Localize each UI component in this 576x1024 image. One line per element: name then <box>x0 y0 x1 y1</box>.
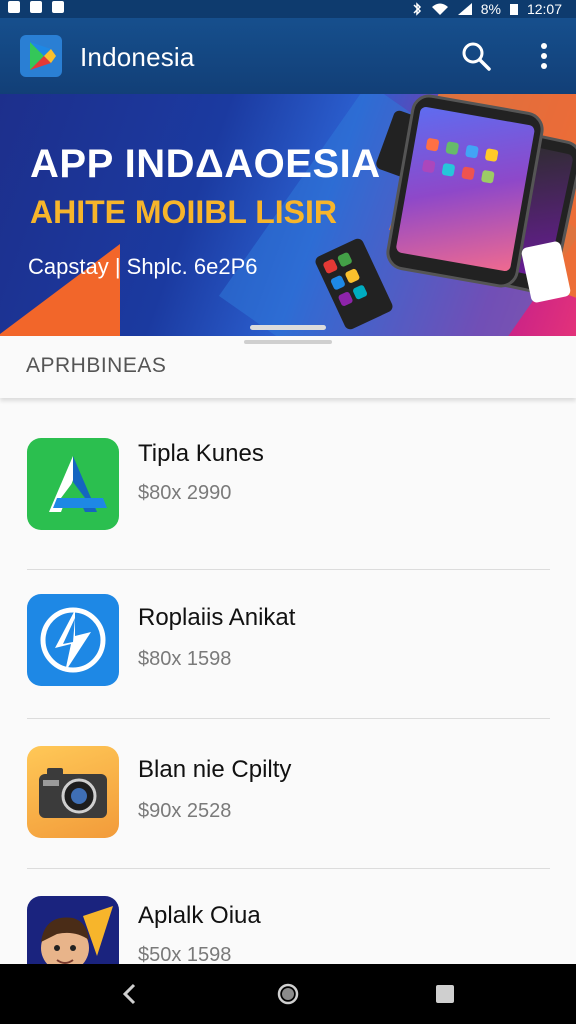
app-name: Aplalk Oiua <box>138 902 261 929</box>
battery-icon <box>509 4 518 15</box>
camera-icon <box>27 746 119 838</box>
navigation-bar <box>0 964 576 1024</box>
app-bar: Indonesia <box>0 18 576 94</box>
wifi-icon <box>431 3 448 15</box>
search-icon <box>462 42 491 71</box>
banner-headline: APP INDΔAOESIA <box>30 142 381 186</box>
app-name: Roplaiis Anikat <box>138 604 296 631</box>
notification-icons <box>8 1 64 13</box>
play-store-logo-icon[interactable] <box>20 35 62 77</box>
divider <box>27 868 550 869</box>
status-bar: 8% 12:07 <box>0 0 576 18</box>
promo-banner[interactable]: APP INDΔAOESIA AHITE MOIIBL LISIR Capsta… <box>0 94 576 336</box>
app-name: Blan nie Cpilty <box>138 756 292 783</box>
search-button[interactable] <box>458 38 494 74</box>
section-title: APRHBINEAS <box>26 354 167 377</box>
blue-lightning-icon <box>27 594 119 686</box>
banner-page-indicator <box>250 325 326 330</box>
home-icon <box>277 983 299 1005</box>
more-options-button[interactable] <box>532 40 556 72</box>
more-vert-icon <box>541 43 547 69</box>
drag-handle[interactable] <box>244 340 332 344</box>
notification-icon <box>30 1 42 13</box>
clock: 12:07 <box>526 1 562 17</box>
app-name: Tipla Kunes <box>138 440 264 467</box>
green-arrow-icon <box>27 438 119 530</box>
home-button[interactable] <box>276 982 300 1006</box>
signal-icon <box>457 3 472 15</box>
banner-tagline: Capstay | Shplc. 6e2P6 <box>28 254 258 279</box>
back-icon <box>122 983 136 1005</box>
notification-icon <box>52 1 64 13</box>
list-item[interactable]: Roplaiis Anikat $80x 1598 <box>0 570 576 720</box>
notification-icon <box>8 1 20 13</box>
app-meta: $80x 1598 <box>138 648 232 670</box>
banner-subheadline: AHITE MOIIBL LISIR <box>30 194 337 230</box>
section-header: APRHBINEAS <box>0 336 576 398</box>
divider <box>27 718 550 719</box>
app-meta: $90x 2528 <box>138 800 232 822</box>
list-item[interactable]: Blan nie Cpilty $90x 2528 <box>0 720 576 870</box>
recents-button[interactable] <box>435 984 455 1004</box>
app-title: Indonesia <box>80 42 195 72</box>
list-item[interactable]: Tipla Kunes $80x 2990 <box>0 400 576 550</box>
battery-percent: 8% <box>480 1 501 17</box>
bluetooth-icon <box>413 2 421 16</box>
app-meta: $80x 2990 <box>138 482 232 504</box>
back-button[interactable] <box>118 982 142 1006</box>
recents-icon <box>436 985 454 1003</box>
